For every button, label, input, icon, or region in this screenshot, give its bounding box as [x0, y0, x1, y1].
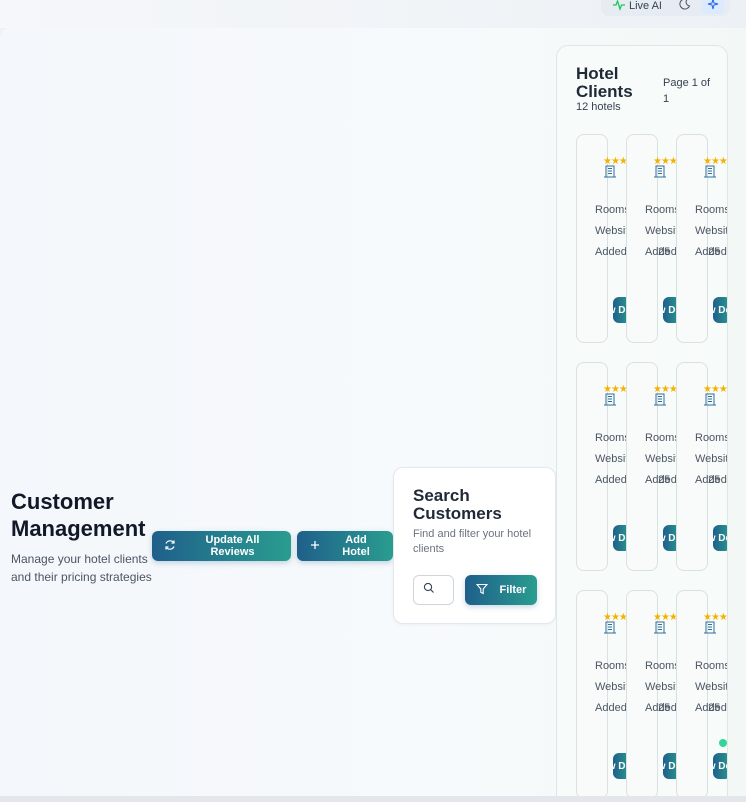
building-icon	[653, 164, 667, 178]
live-ai-indicator[interactable]: Live AI	[607, 0, 668, 14]
hotel-rooms-field: Rooms	[595, 660, 630, 672]
topbar-controls: Live AI	[600, 0, 730, 16]
building-icon	[603, 620, 617, 634]
sparkle-icon	[707, 0, 719, 15]
hotel-rooms-field: Rooms:100	[695, 660, 727, 672]
hotel-website-field: Website:	[695, 681, 728, 693]
hotel-rooms-field: Rooms:304	[695, 432, 727, 444]
activity-icon	[612, 0, 625, 14]
search-customers-card: Search Customers Find and filter your ho…	[393, 467, 556, 624]
filter-label: Filter	[499, 584, 527, 596]
hotel-added-date: 25	[658, 702, 671, 714]
filter-button[interactable]: Filter	[465, 575, 537, 605]
search-card-title: Search Customers	[413, 486, 502, 523]
page-title: Customer Management	[11, 489, 146, 541]
pagination-info: Page 1 of 1	[663, 77, 711, 105]
hotel-rooms-field: Rooms	[645, 660, 680, 672]
search-input[interactable]	[413, 575, 454, 605]
search-card-subtitle: Find and filter your hotel clients	[413, 528, 532, 555]
hotel-rooms-field: Rooms	[595, 204, 630, 216]
status-dot	[719, 739, 727, 747]
hotel-rooms-field: Rooms	[645, 204, 680, 216]
update-all-reviews-label: Update All Reviews	[205, 534, 260, 558]
add-hotel-label: Add Hotel	[342, 534, 370, 558]
hotel-added-date: 25	[708, 474, 721, 486]
building-icon	[703, 620, 717, 634]
hotel-clients-panel: Hotel Clients 12 hotels Page 1 of 1 ★★★★…	[556, 45, 728, 802]
building-icon	[703, 392, 717, 406]
page-subtitle: Manage your hotel clients and their pric…	[11, 552, 152, 584]
hotel-count: 12 hotels	[576, 101, 621, 113]
search-icon	[423, 581, 435, 599]
hotel-website-field: Website:	[695, 225, 728, 237]
hotel-added-field: Added	[595, 474, 627, 486]
building-icon	[603, 392, 617, 406]
update-all-reviews-button[interactable]: Update All Reviews	[152, 531, 291, 561]
add-hotel-button[interactable]: Add Hotel	[297, 531, 393, 561]
hotel-clients-title: Hotel Clients	[576, 64, 633, 101]
hotel-rooms-field: Rooms	[595, 432, 630, 444]
hotel-added-date: 25	[658, 246, 671, 258]
filter-icon	[475, 583, 488, 598]
ai-sparkle-button[interactable]	[702, 0, 724, 14]
hotel-website-field: Website:	[695, 453, 728, 465]
hotel-added-field: Added	[595, 702, 627, 714]
hotel-added-date: 25	[658, 474, 671, 486]
hotel-added-field: Added	[595, 246, 627, 258]
moon-icon	[679, 0, 691, 15]
building-icon	[703, 164, 717, 178]
live-ai-label: Live AI	[628, 0, 662, 12]
building-icon	[653, 392, 667, 406]
top-bar: Live AI	[0, 0, 746, 28]
building-icon	[653, 620, 667, 634]
hotel-added-date: 25	[708, 246, 721, 258]
hotel-rooms-field: Rooms:120	[695, 204, 727, 216]
bottom-edge	[0, 796, 746, 802]
plus-icon	[309, 539, 321, 554]
hotel-rooms-field: Rooms	[645, 432, 680, 444]
view-details-button[interactable]: View Details	[713, 753, 727, 779]
hotel-added-date: 25	[708, 702, 721, 714]
building-icon	[603, 164, 617, 178]
view-details-button[interactable]: View Details	[713, 297, 727, 323]
view-details-button[interactable]: View Details	[713, 525, 727, 551]
refresh-icon	[164, 539, 176, 554]
theme-toggle-button[interactable]	[674, 0, 696, 14]
